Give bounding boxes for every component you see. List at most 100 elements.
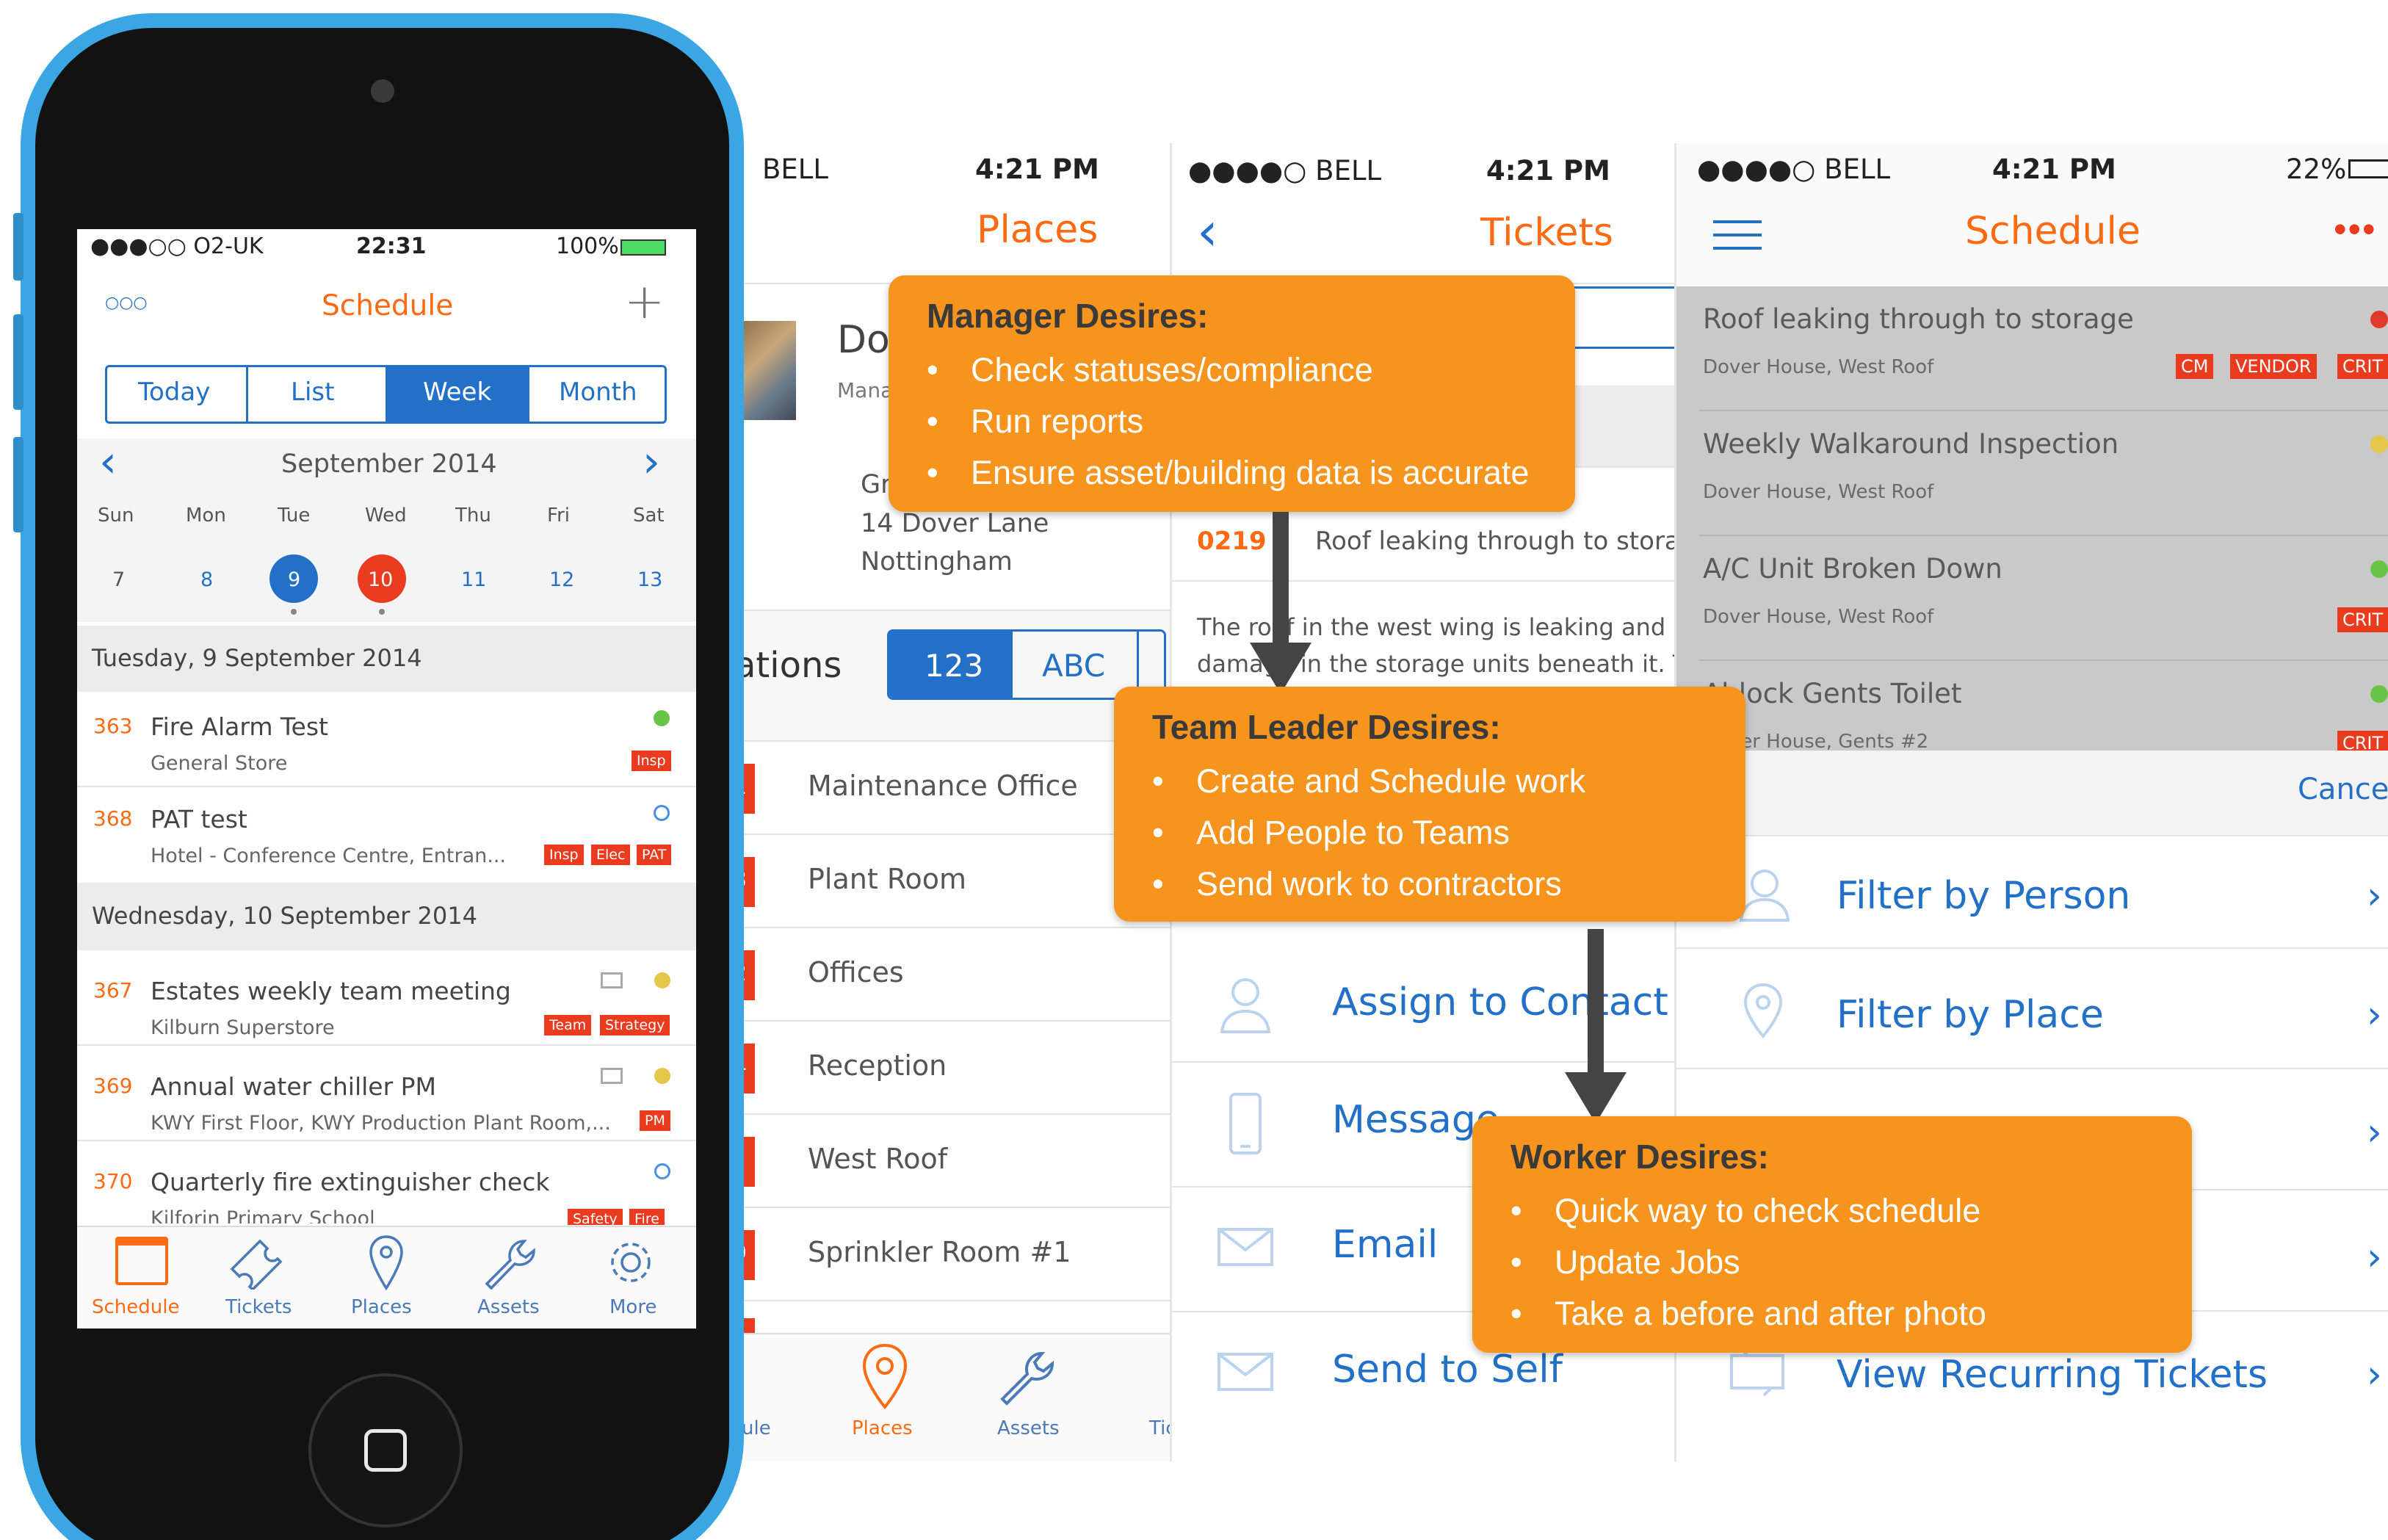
segment-abc-label: ABC <box>1042 648 1106 684</box>
segment-list-label: List <box>291 377 335 407</box>
side-button <box>13 437 23 532</box>
tag-insp: Insp <box>632 751 671 771</box>
event-location: Kilburn Superstore <box>151 1016 335 1039</box>
status-dot <box>2370 685 2388 703</box>
tab-tickets[interactable]: Tic <box>1149 1417 1170 1439</box>
email-button[interactable]: Email <box>1332 1223 1438 1267</box>
send-to-self-button[interactable]: Send to Self <box>1332 1348 1563 1392</box>
segment-week[interactable]: Week <box>388 367 527 422</box>
event-number: 368 <box>93 806 133 831</box>
status-carrier: ●●●●○ BELL <box>1697 153 1891 185</box>
ticket-title[interactable]: Roof leaking through to storage <box>1315 527 1674 556</box>
event-location: Kilforin Primary School <box>151 1207 375 1223</box>
tab-assets[interactable]: Assets <box>997 1417 1060 1439</box>
callout-item: Send work to contractors <box>1152 858 1745 910</box>
weekday-label: Sat <box>633 505 665 527</box>
segment-month[interactable]: Month <box>527 367 665 422</box>
side-button <box>13 213 23 281</box>
callout-title: Worker Desires: <box>1510 1138 1769 1176</box>
list-item[interactable]: 369 Annual water chiller PM KWY First Fl… <box>77 1046 696 1141</box>
date-cell[interactable]: 13 <box>637 568 662 591</box>
callout-item: Ensure asset/building data is accurate <box>927 447 1575 499</box>
event-location: Hotel - Conference Centre, Entran... <box>151 845 507 867</box>
event-title: PAT test <box>151 805 247 834</box>
more-options-icon[interactable]: ••• <box>2334 208 2377 250</box>
calendar-icon <box>115 1237 168 1285</box>
weekday-label: Sun <box>98 505 134 527</box>
list-item-title[interactable]: Roof leaking through to storage <box>1703 303 2134 335</box>
date-cell[interactable]: 11 <box>461 568 486 591</box>
home-button[interactable] <box>308 1373 463 1528</box>
tab-schedule[interactable]: ule <box>742 1417 771 1439</box>
callout-item: Take a before and after photo <box>1510 1288 2192 1340</box>
segment-123[interactable]: 123 <box>889 632 1013 698</box>
day-header-label: Tuesday, 9 September 2014 <box>92 644 422 672</box>
list-item-title[interactable]: Weekly Walkaround Inspection <box>1703 428 2119 460</box>
event-title: Quarterly fire extinguisher check <box>151 1168 550 1196</box>
event-number: 363 <box>93 714 133 738</box>
chevron-right-icon[interactable]: › <box>2367 1353 2382 1397</box>
segment-today[interactable]: Today <box>107 367 248 422</box>
battery-icon <box>620 239 666 256</box>
event-number: 370 <box>93 1169 133 1193</box>
list-item[interactable]: 363 Fire Alarm Test General Store Insp <box>77 692 696 787</box>
list-item[interactable]: 1 Maintenance Office <box>734 742 1170 835</box>
segment-list[interactable]: List <box>248 367 388 422</box>
view-segmented-control[interactable]: Today List Week Month <box>105 365 667 424</box>
list-item[interactable]: West Roof <box>734 1115 1170 1208</box>
map-pin-icon <box>862 1343 908 1410</box>
filter-by-person-button[interactable]: Filter by Person <box>1837 874 2130 918</box>
status-time: 4:21 PM <box>1486 155 1610 187</box>
assign-to-contact-button[interactable]: Assign to Contact <box>1332 980 1668 1024</box>
list-item-title[interactable]: A/C Unit Broken Down <box>1703 553 2002 585</box>
add-button[interactable]: + <box>624 273 665 330</box>
event-number: 369 <box>93 1074 133 1098</box>
list-item[interactable]: 370 Quarterly fire extinguisher check Ki… <box>77 1141 696 1237</box>
day-header-label: Wednesday, 10 September 2014 <box>92 902 477 930</box>
list-item[interactable]: 368 PAT test Hotel - Conference Centre, … <box>77 787 696 883</box>
status-carrier: ●●●●○ BELL <box>1188 155 1382 187</box>
status-time: 4:21 PM <box>975 153 1099 185</box>
list-item[interactable]: 367 Estates weekly team meeting Kilburn … <box>77 950 696 1046</box>
filter-by-place-button[interactable]: Filter by Place <box>1837 993 2104 1037</box>
building-role: Mana <box>837 378 894 402</box>
team-leader-desires-callout: Team Leader Desires: Create and Schedule… <box>1114 687 1745 922</box>
tab-more[interactable]: More <box>609 1296 656 1318</box>
list-item[interactable]: 2 Offices <box>734 928 1170 1022</box>
tag-crit: CRIT <box>2337 731 2388 751</box>
view-recurring-tickets-button[interactable]: View Recurring Tickets <box>1837 1353 2268 1397</box>
tag-insp: Insp <box>544 845 584 865</box>
list-item[interactable]: 3 Plant Room <box>734 835 1170 928</box>
chevron-right-icon[interactable]: › <box>2367 993 2382 1037</box>
date-cell[interactable]: 12 <box>549 568 574 591</box>
list-item[interactable]: 9 Sprinkler Room #1 <box>734 1208 1170 1301</box>
tab-places[interactable]: Places <box>351 1296 412 1318</box>
chevron-right-icon[interactable]: › <box>2367 1110 2382 1154</box>
chevron-right-icon[interactable]: › <box>2367 874 2382 918</box>
page-title: Tickets <box>1480 211 1613 255</box>
tab-bar <box>734 1333 1170 1461</box>
date-cell[interactable]: 8 <box>200 568 213 591</box>
hamburger-menu-icon[interactable] <box>1713 220 1762 250</box>
tab-schedule[interactable]: Schedule <box>92 1296 179 1318</box>
place-name: Offices <box>808 956 904 988</box>
tab-assets[interactable]: Assets <box>477 1296 540 1318</box>
status-battery: 22% <box>2286 153 2347 185</box>
tab-tickets[interactable]: Tickets <box>225 1296 292 1318</box>
address-line: Gr <box>861 470 891 499</box>
chevron-right-icon[interactable]: › <box>2367 1235 2382 1279</box>
tab-places[interactable]: Places <box>852 1417 913 1439</box>
cancel-button[interactable]: Cancel <box>2298 773 2388 806</box>
date-cell[interactable]: 10 <box>368 568 393 591</box>
segment-month-label: Month <box>559 377 637 407</box>
place-name: Maintenance Office <box>808 770 1078 802</box>
date-cell[interactable]: 7 <box>112 568 125 591</box>
back-chevron-icon[interactable]: ‹ <box>1197 200 1218 262</box>
more-options-icon[interactable]: ○○○ <box>105 294 148 312</box>
previous-month-icon[interactable]: ‹ <box>99 436 117 488</box>
list-item-sub: Dover House, West Roof <box>1703 606 1934 628</box>
next-month-icon[interactable]: › <box>643 436 660 488</box>
segment-123-label: 123 <box>925 648 984 684</box>
date-cell[interactable]: 9 <box>288 568 300 591</box>
list-item[interactable]: 4 Reception <box>734 1022 1170 1115</box>
